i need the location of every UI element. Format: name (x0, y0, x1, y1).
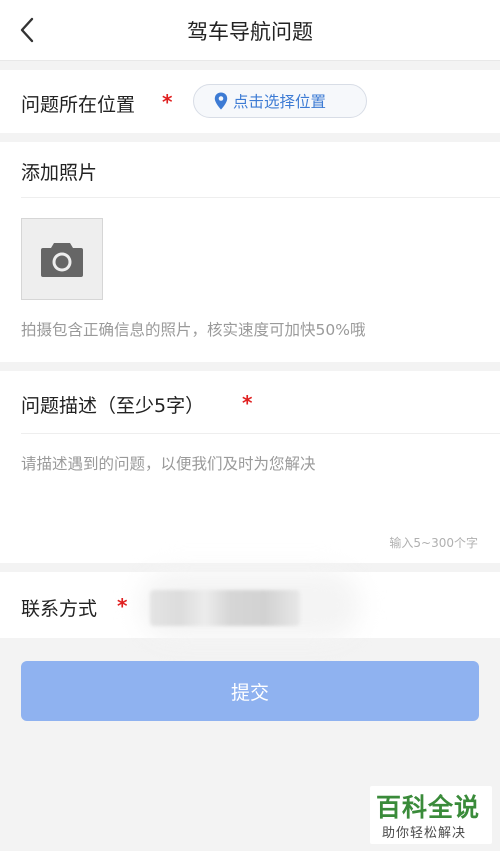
photo-hint: 拍摄包含正确信息的照片，核实速度可加快50%哦 (21, 321, 366, 339)
required-mark: * (117, 594, 128, 618)
divider (21, 433, 500, 434)
location-label: 问题所在位置 (21, 94, 136, 116)
page-title: 驾车导航问题 (187, 20, 313, 44)
add-photo-button[interactable] (21, 218, 103, 300)
contact-label: 联系方式 (21, 598, 98, 620)
description-input[interactable]: 请描述遇到的问题，以便我们及时为您解决 (21, 452, 316, 474)
required-mark: * (242, 391, 253, 415)
photo-label: 添加照片 (21, 162, 98, 184)
submit-button[interactable]: 提交 (21, 661, 479, 721)
divider (21, 197, 500, 198)
nav-header: 驾车导航问题 (0, 0, 500, 61)
contact-input-redacted[interactable] (150, 590, 300, 626)
location-pin-icon (214, 92, 228, 110)
select-location-label: 点击选择位置 (233, 93, 327, 111)
description-label: 问题描述（至少5字） (21, 395, 205, 417)
watermark-title: 百科全说 (376, 793, 481, 822)
select-location-button[interactable]: 点击选择位置 (193, 84, 367, 118)
page: 驾车导航问题 问题所在位置 * 点击选择位置 添加照片 拍摄包含正确信息的照片，… (0, 0, 500, 851)
camera-icon (41, 243, 83, 277)
watermark-logo: 百科全说 助你轻松解决 (370, 786, 492, 844)
required-mark: * (162, 90, 173, 114)
char-counter: 输入5~300个字 (389, 536, 478, 550)
watermark-subtitle: 助你轻松解决 (382, 826, 467, 841)
